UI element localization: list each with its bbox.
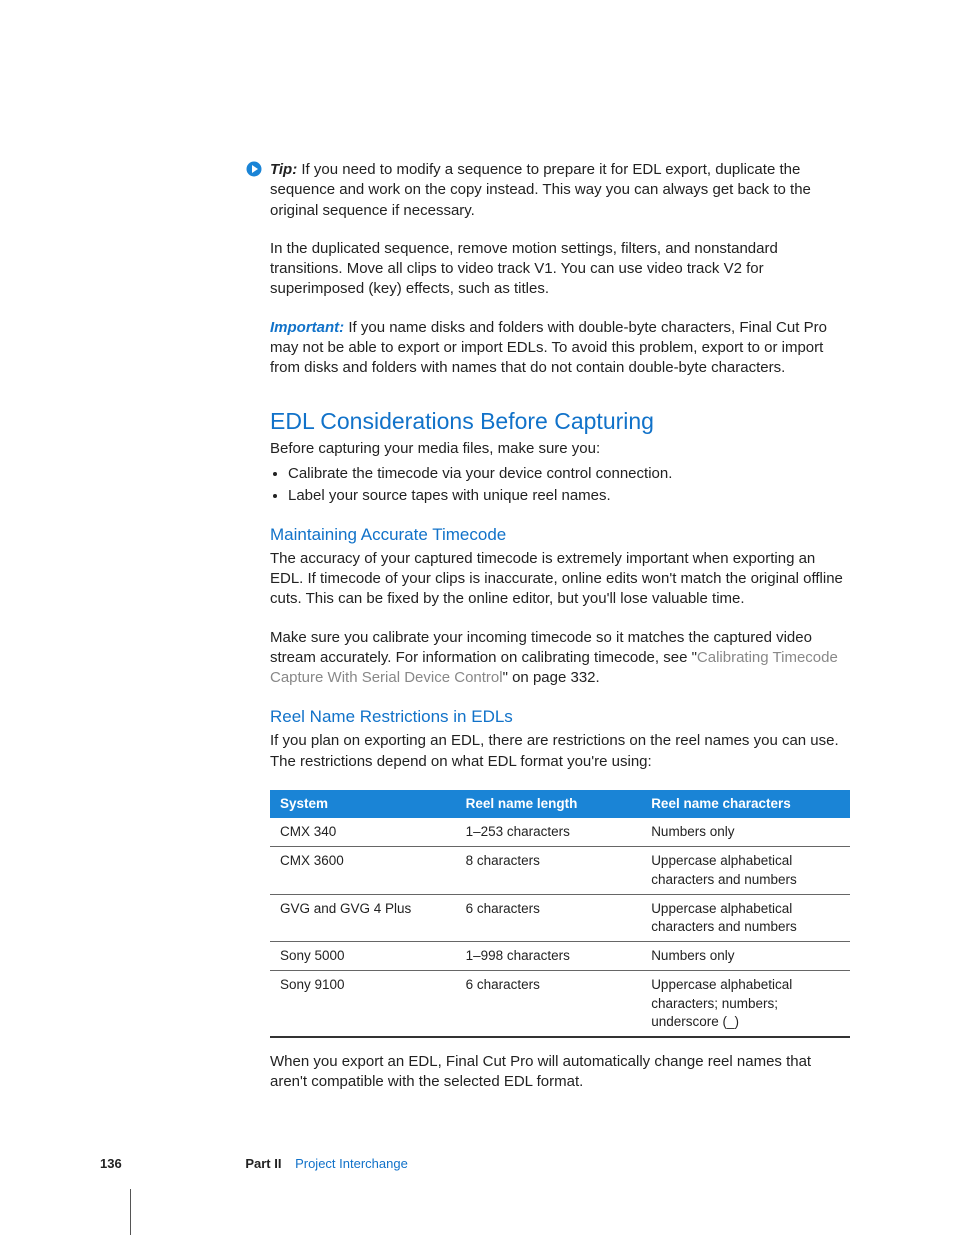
content-column: Tip: If you need to modify a sequence to… bbox=[270, 160, 850, 1093]
section-bullets: Calibrate the timecode via your device c… bbox=[270, 464, 850, 507]
table-cell: Numbers only bbox=[641, 818, 850, 847]
part-title: Project Interchange bbox=[295, 1156, 408, 1171]
tip-text: If you need to modify a sequence to prep… bbox=[270, 161, 811, 219]
sub2-outro: When you export an EDL, Final Cut Pro wi… bbox=[270, 1052, 850, 1093]
important-text: If you name disks and folders with doubl… bbox=[270, 319, 827, 377]
table-cell: Sony 5000 bbox=[270, 942, 456, 971]
table-header: Reel name length bbox=[456, 790, 642, 818]
tip-block: Tip: If you need to modify a sequence to… bbox=[270, 160, 850, 221]
sub1-p2b: " on page 332. bbox=[503, 669, 600, 686]
part-label: Part II bbox=[245, 1156, 281, 1171]
table-cell: Sony 9100 bbox=[270, 971, 456, 1037]
table-row: Sony 9100 6 characters Uppercase alphabe… bbox=[270, 971, 850, 1037]
table-cell: Uppercase alphabetical characters and nu… bbox=[641, 894, 850, 941]
important-label: Important: bbox=[270, 319, 344, 336]
tip-label: Tip: bbox=[270, 161, 297, 178]
table-cell: GVG and GVG 4 Plus bbox=[270, 894, 456, 941]
table-row: Sony 5000 1–998 characters Numbers only bbox=[270, 942, 850, 971]
section-intro: Before capturing your media files, make … bbox=[270, 439, 850, 459]
table-cell: CMX 340 bbox=[270, 818, 456, 847]
left-margin-rule bbox=[130, 1189, 131, 1235]
table-row: CMX 340 1–253 characters Numbers only bbox=[270, 818, 850, 847]
sub1-p1: The accuracy of your captured timecode i… bbox=[270, 549, 850, 610]
table-cell: 8 characters bbox=[456, 847, 642, 894]
reel-restrictions-table: System Reel name length Reel name charac… bbox=[270, 790, 850, 1038]
table-header-row: System Reel name length Reel name charac… bbox=[270, 790, 850, 818]
bullet-item: Calibrate the timecode via your device c… bbox=[288, 464, 850, 484]
table-cell: 6 characters bbox=[456, 971, 642, 1037]
sub2-intro: If you plan on exporting an EDL, there a… bbox=[270, 731, 850, 772]
table-cell: Uppercase alphabetical characters; numbe… bbox=[641, 971, 850, 1037]
page-number: 136 bbox=[100, 1156, 122, 1171]
table-cell: Uppercase alphabetical characters and nu… bbox=[641, 847, 850, 894]
tip-icon bbox=[246, 161, 262, 177]
sub1-p2: Make sure you calibrate your incoming ti… bbox=[270, 628, 850, 689]
section-heading: EDL Considerations Before Capturing bbox=[270, 406, 850, 437]
table-header: System bbox=[270, 790, 456, 818]
table-cell: 6 characters bbox=[456, 894, 642, 941]
table-cell: CMX 3600 bbox=[270, 847, 456, 894]
table-header: Reel name characters bbox=[641, 790, 850, 818]
table-cell: 1–998 characters bbox=[456, 942, 642, 971]
subsection-heading: Maintaining Accurate Timecode bbox=[270, 524, 850, 547]
table-cell: 1–253 characters bbox=[456, 818, 642, 847]
table-row: CMX 3600 8 characters Uppercase alphabet… bbox=[270, 847, 850, 894]
table-cell: Numbers only bbox=[641, 942, 850, 971]
tip-followup: In the duplicated sequence, remove motio… bbox=[270, 239, 850, 300]
page: Tip: If you need to modify a sequence to… bbox=[0, 0, 954, 1235]
subsection-heading: Reel Name Restrictions in EDLs bbox=[270, 706, 850, 729]
important-block: Important: If you name disks and folders… bbox=[270, 318, 850, 379]
table-row: GVG and GVG 4 Plus 6 characters Uppercas… bbox=[270, 894, 850, 941]
page-footer: 136 Part II Project Interchange bbox=[100, 1155, 408, 1173]
bullet-item: Label your source tapes with unique reel… bbox=[288, 486, 850, 506]
